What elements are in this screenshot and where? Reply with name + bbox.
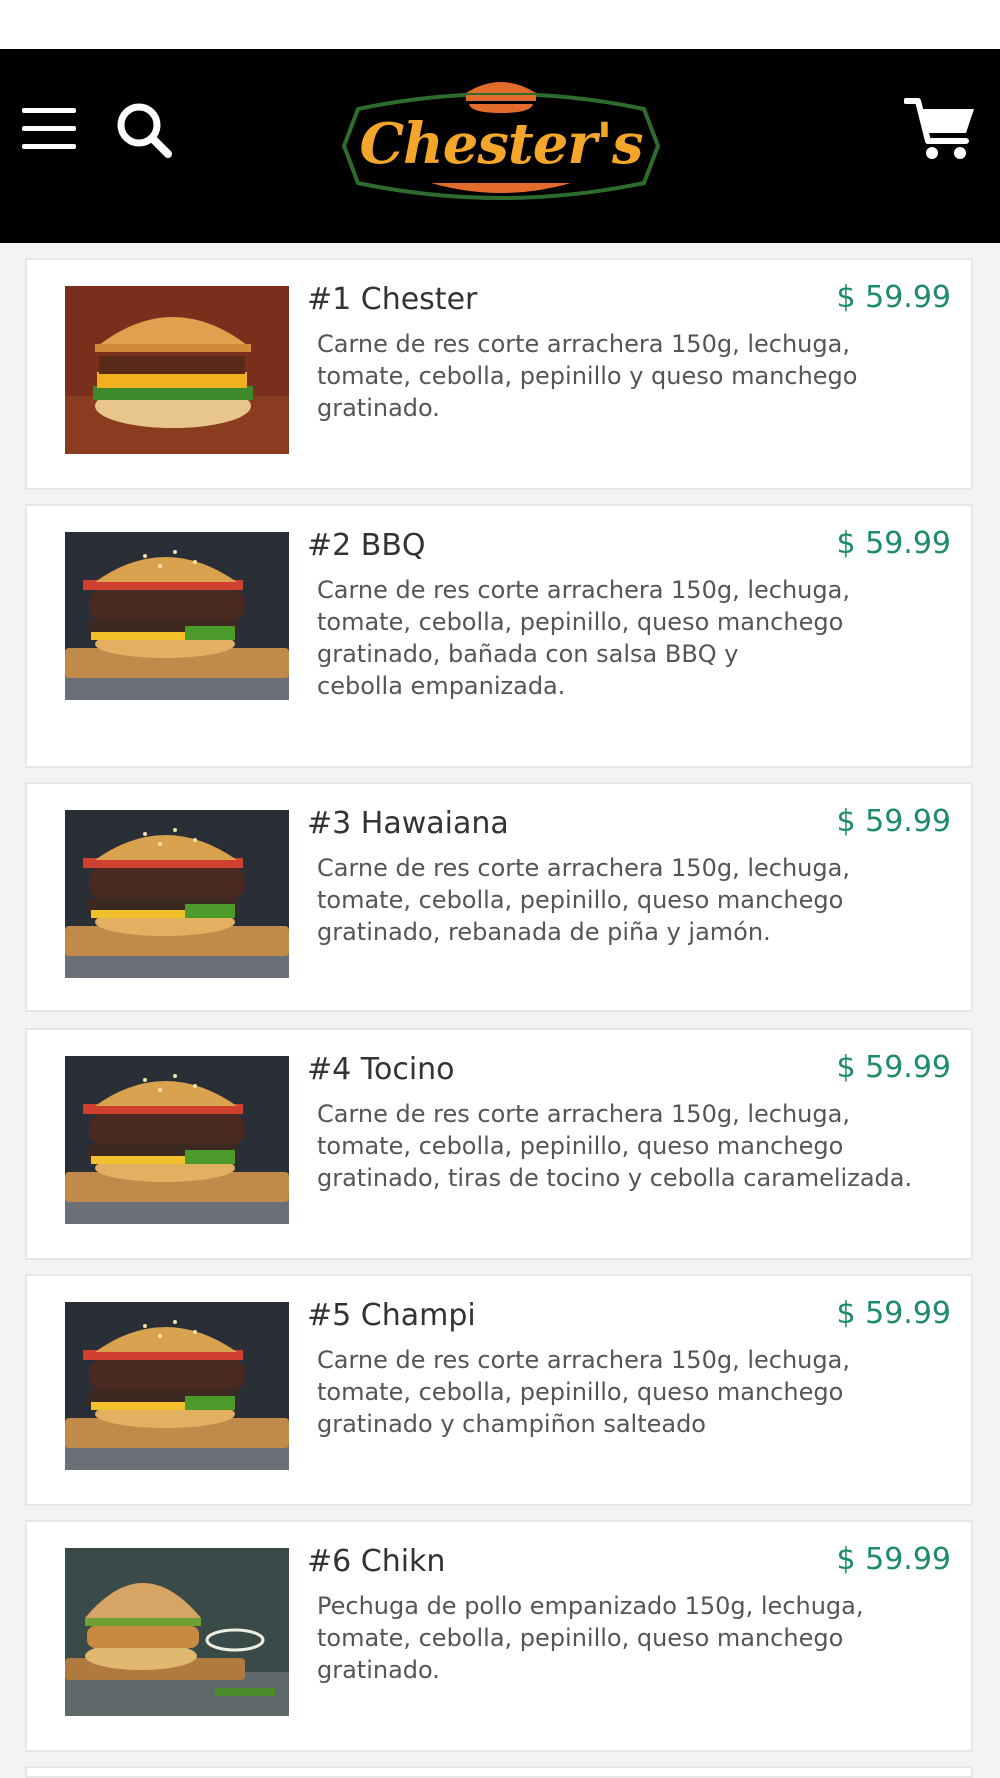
menu-item-description: Carne de res corte arrachera 150g, lechu… [317,328,917,424]
description-line: gratinado, rebanada de piña y jamón. [317,918,771,946]
menu-item-title[interactable]: #4 Tocino [307,1052,455,1087]
description-line: tomate, cebolla, pepinillo, queso manche… [317,1624,844,1652]
menu-item-price: $ 59.99 [836,1296,951,1331]
menu-item-card-partial[interactable] [25,1766,973,1778]
menu-item-description: Pechuga de pollo empanizado 150g, lechug… [317,1590,917,1686]
menu-item-description: Carne de res corte arrachera 150g, lechu… [317,574,917,702]
burger-photo[interactable] [65,1056,289,1224]
menu-item-description: Carne de res corte arrachera 150g, lechu… [317,1344,917,1440]
menu-item-card[interactable]: #3 Hawaiana $ 59.99 Carne de res corte arr… [25,782,973,1012]
description-line: gratinado. [317,1656,440,1684]
description-line: Carne de res corte arrachera 150g, lechu… [317,854,850,882]
description-line: Carne de res corte arrachera 150g, lechu… [317,1346,850,1374]
menu-item-card[interactable]: #4 Tocino $ 59.99 Carne de res corte arrac… [25,1028,973,1260]
menu-item-title[interactable]: #6 Chikn [307,1544,445,1579]
burger-photo[interactable] [65,810,289,978]
burger-photo[interactable] [65,1302,289,1470]
menu-item-title[interactable]: #2 BBQ [307,528,426,563]
description-line: gratinado. [317,394,440,422]
description-line: gratinado, bañada con salsa BBQ y [317,640,739,668]
description-line: tomate, cebolla, pepinillo, queso manche… [317,1132,844,1160]
menu-item-description: Carne de res corte arrachera 150g, lechu… [317,852,917,948]
description-line: tomate, cebolla, pepinillo y queso manch… [317,362,858,390]
search-icon[interactable] [113,99,175,161]
shopping-cart-icon[interactable] [903,95,976,165]
description-line: gratinado, tiras de tocino y cebolla car… [317,1164,913,1192]
menu-item-title[interactable]: #1 Chester [307,282,477,317]
description-line: gratinado y champiñon salteado [317,1410,706,1438]
menu-item-price: $ 59.99 [836,280,951,315]
menu-item-card[interactable]: #1 Chester $ 59.99 Carne de res corte arra… [25,258,973,490]
description-line: tomate, cebolla, pepinillo, queso manche… [317,886,844,914]
brand-name: Chester's [359,111,643,177]
description-line: cebolla empanizada. [317,672,566,700]
description-line: Pechuga de pollo empanizado 150g, lechug… [317,1592,864,1620]
menu-item-title[interactable]: #5 Champi [307,1298,476,1333]
menu-item-description: Carne de res corte arrachera 150g, lechu… [317,1098,917,1194]
description-line: tomate, cebolla, pepinillo, queso manche… [317,1378,844,1406]
brand-logo[interactable]: Chester's [336,71,666,221]
status-bar-space [0,0,1000,49]
menu-item-price: $ 59.99 [836,1542,951,1577]
menu-item-card[interactable]: #6 Chikn $ 59.99 Pechuga de pollo empaniza… [25,1520,973,1752]
menu-item-price: $ 59.99 [836,804,951,839]
menu-item-card[interactable]: #2 BBQ $ 59.99 Carne de res corte arracher… [25,504,973,768]
description-line: tomate, cebolla, pepinillo, queso manche… [317,608,844,636]
menu-item-title[interactable]: #3 Hawaiana [307,806,509,841]
description-line: Carne de res corte arrachera 150g, lechu… [317,576,850,604]
app-header: Chester's [0,49,1000,243]
menu-item-price: $ 59.99 [836,1050,951,1085]
menu-item-card[interactable]: #5 Champi $ 59.99 Carne de res corte arrac… [25,1274,973,1506]
hamburger-menu-icon[interactable] [22,108,78,149]
description-line: Carne de res corte arrachera 150g, lechu… [317,1100,850,1128]
description-line: Carne de res corte arrachera 150g, lechu… [317,330,850,358]
burger-photo[interactable] [65,1548,289,1716]
menu-item-price: $ 59.99 [836,526,951,561]
burger-photo[interactable] [65,532,289,700]
burger-photo[interactable] [65,286,289,454]
